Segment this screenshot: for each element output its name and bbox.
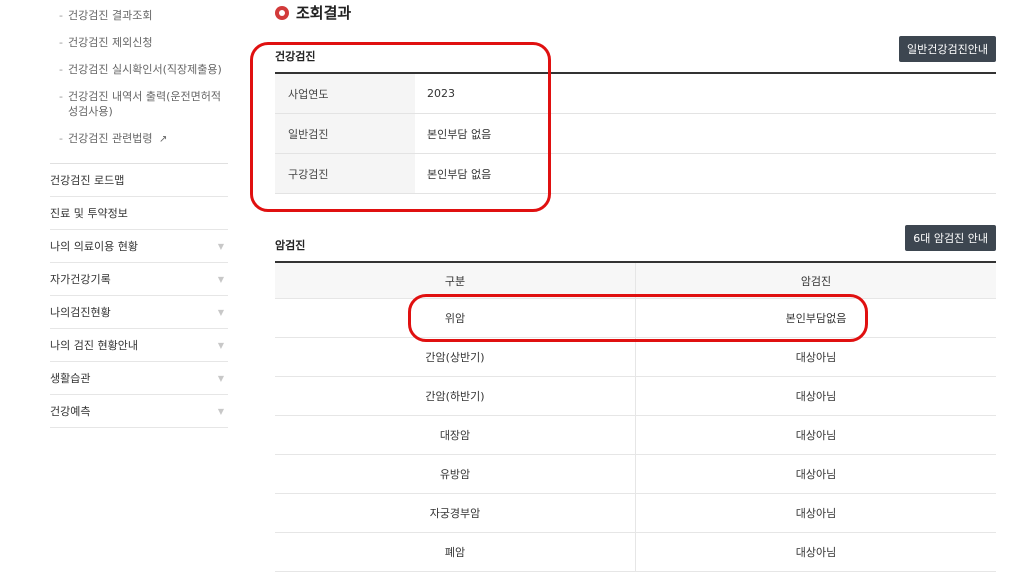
dash-icon: - <box>59 132 63 145</box>
table-row: 간암(상반기) 대상아님 <box>275 338 996 377</box>
table-row: 대장암 대상아님 <box>275 416 996 455</box>
cancer-type: 간암(하반기) <box>275 377 636 415</box>
sidebar-sub-item-label: 건강검진 결과조회 <box>68 9 153 22</box>
sidebar-item-label: 나의 의료이용 현황 <box>50 240 138 253</box>
sidebar-item-self-record[interactable]: 자가건강기록 ▼ <box>50 263 228 296</box>
sidebar-item-roadmap[interactable]: 건강검진 로드맵 <box>50 164 228 197</box>
chevron-down-icon: ▼ <box>217 373 224 383</box>
sidebar-item-treatment[interactable]: 진료 및 투약정보 <box>50 197 228 230</box>
cancer-type: 대장암 <box>275 416 636 454</box>
column-header: 암검진 <box>800 274 832 288</box>
sidebar-sub-item-label: 건강검진 관련법령 <box>68 132 153 145</box>
external-link-icon: ↗ <box>158 134 168 145</box>
cancer-status: 대상아님 <box>795 390 837 403</box>
sidebar: - 건강검진 결과조회 - 건강검진 제외신청 - 건강검진 실시확인서(직장제… <box>50 0 228 428</box>
dash-icon: - <box>59 36 63 49</box>
sidebar-sub-item-law[interactable]: - 건강검진 관련법령 ↗ <box>50 131 228 147</box>
table-row: 자궁경부암 대상아님 <box>275 494 996 533</box>
table-row: 폐암 대상아님 <box>275 533 996 572</box>
cancer-status: 본인부담없음 <box>785 312 847 325</box>
cancer-status: 대상아님 <box>795 507 837 520</box>
sidebar-item-label: 진료 및 투약정보 <box>50 207 128 220</box>
sidebar-item-label: 건강예측 <box>50 405 91 418</box>
cancer-section-title: 암검진 <box>275 239 306 252</box>
row-value: 2023 <box>427 87 455 100</box>
sidebar-sub-item-label: 건강검진 내역서 출력(운전면허적성검사용) <box>68 90 221 118</box>
sidebar-sub-list: - 건강검진 결과조회 - 건강검진 제외신청 - 건강검진 실시확인서(직장제… <box>50 0 228 163</box>
cancer-table: 구분 암검진 위암 본인부담없음 간암(상반기) 대상아님 간암(하반기) 대상… <box>275 261 996 572</box>
cancer-type: 폐암 <box>275 533 636 571</box>
chevron-down-icon: ▼ <box>217 406 224 416</box>
sidebar-item-checkup-status[interactable]: 나의검진현황 ▼ <box>50 296 228 329</box>
sidebar-item-label: 나의 검진 현황안내 <box>50 339 138 352</box>
sidebar-item-label: 건강검진 로드맵 <box>50 174 125 187</box>
sidebar-sub-item-label: 건강검진 제외신청 <box>68 36 153 49</box>
location-pin-icon <box>275 5 289 20</box>
table-row: 위암 본인부담없음 <box>275 299 996 338</box>
sidebar-item-lifestyle[interactable]: 생활습관 ▼ <box>50 362 228 395</box>
cancer-status: 대상아님 <box>795 468 837 481</box>
health-section-header: 건강검진 일반건강검진안내 <box>275 36 996 70</box>
table-row: 구강검진 본인부담 없음 <box>275 154 996 194</box>
chevron-down-icon: ▼ <box>217 274 224 284</box>
sidebar-sub-item-certificate[interactable]: - 건강검진 실시확인서(직장제출용) <box>50 62 228 77</box>
table-row: 사업연도 2023 <box>275 74 996 114</box>
cancer-type: 간암(상반기) <box>275 338 636 376</box>
sidebar-menu: 건강검진 로드맵 진료 및 투약정보 나의 의료이용 현황 ▼ 자가건강기록 ▼… <box>50 163 228 428</box>
row-label: 구강검진 <box>275 154 415 193</box>
column-header: 구분 <box>275 263 636 298</box>
health-info-table: 사업연도 2023 일반검진 본인부담 없음 구강검진 본인부담 없음 <box>275 72 996 194</box>
sidebar-item-medical-usage[interactable]: 나의 의료이용 현황 ▼ <box>50 230 228 263</box>
sidebar-sub-item-result[interactable]: - 건강검진 결과조회 <box>50 8 228 23</box>
dash-icon: - <box>59 63 63 76</box>
page-title: 조회결과 <box>275 2 351 23</box>
sidebar-item-label: 생활습관 <box>50 372 91 385</box>
cancer-status: 대상아님 <box>795 546 837 559</box>
table-row: 간암(하반기) 대상아님 <box>275 377 996 416</box>
sidebar-item-label: 자가건강기록 <box>50 273 111 286</box>
sidebar-item-checkup-guide[interactable]: 나의 검진 현황안내 ▼ <box>50 329 228 362</box>
page-title-text: 조회결과 <box>296 4 352 22</box>
cancer-status: 대상아님 <box>795 351 837 364</box>
sidebar-item-health-prediction[interactable]: 건강예측 ▼ <box>50 395 228 428</box>
row-label: 일반검진 <box>275 114 415 153</box>
cancer-status: 대상아님 <box>795 429 837 442</box>
table-header-row: 구분 암검진 <box>275 263 996 299</box>
dash-icon: - <box>59 9 63 22</box>
table-row: 유방암 대상아님 <box>275 455 996 494</box>
row-label: 사업연도 <box>275 74 415 113</box>
sidebar-item-label: 나의검진현황 <box>50 306 111 319</box>
cancer-type: 자궁경부암 <box>275 494 636 532</box>
dash-icon: - <box>59 90 63 103</box>
row-value: 본인부담 없음 <box>427 167 492 181</box>
chevron-down-icon: ▼ <box>217 307 224 317</box>
sidebar-sub-item-label: 건강검진 실시확인서(직장제출용) <box>68 63 222 76</box>
table-row: 일반검진 본인부담 없음 <box>275 114 996 154</box>
cancer-type: 위암 <box>275 299 636 337</box>
chevron-down-icon: ▼ <box>217 241 224 251</box>
chevron-down-icon: ▼ <box>217 340 224 350</box>
cancer-section-header: 암검진 6대 암검진 안내 <box>275 225 996 259</box>
health-section-title: 건강검진 <box>275 50 316 63</box>
sidebar-sub-item-statement[interactable]: - 건강검진 내역서 출력(운전면허적성검사용) <box>50 89 228 119</box>
cancer-checkup-guide-button[interactable]: 6대 암검진 안내 <box>905 225 996 251</box>
general-checkup-guide-button[interactable]: 일반건강검진안내 <box>899 36 996 62</box>
row-value: 본인부담 없음 <box>427 127 492 141</box>
sidebar-sub-item-exclusion[interactable]: - 건강검진 제외신청 <box>50 35 228 50</box>
cancer-type: 유방암 <box>275 455 636 493</box>
